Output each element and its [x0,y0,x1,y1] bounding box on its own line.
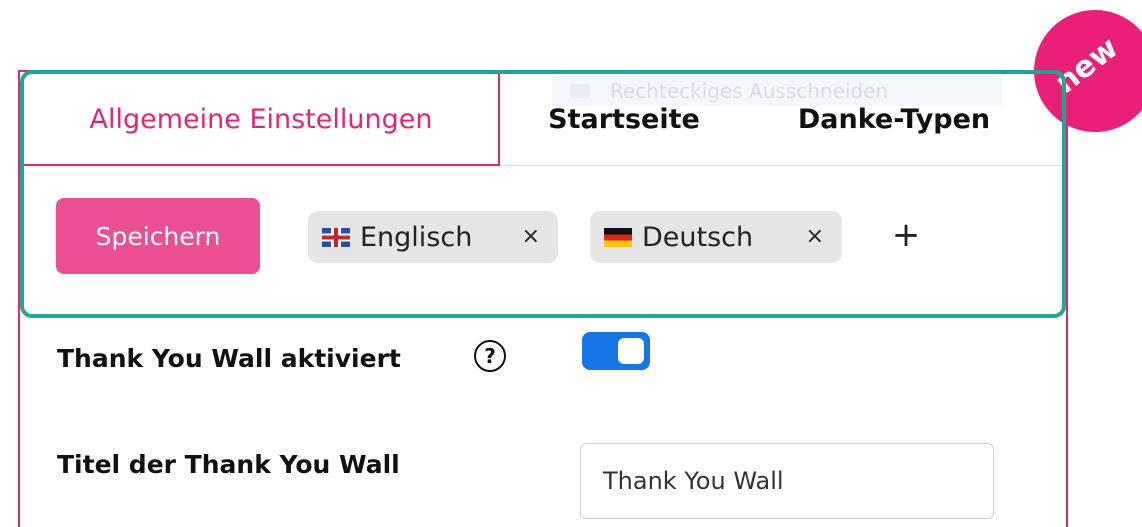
wall-title-label: Titel der Thank You Wall [57,450,400,479]
wall-active-label: Thank You Wall aktiviert [57,344,401,373]
help-icon[interactable]: ? [474,340,506,372]
highlight-frame [20,70,1066,318]
wall-active-toggle[interactable] [582,332,650,370]
wall-title-input[interactable] [580,443,994,519]
stage: new Rechteckiges Ausschneiden Allgemeine… [0,0,1142,527]
toggle-knob [618,338,644,364]
